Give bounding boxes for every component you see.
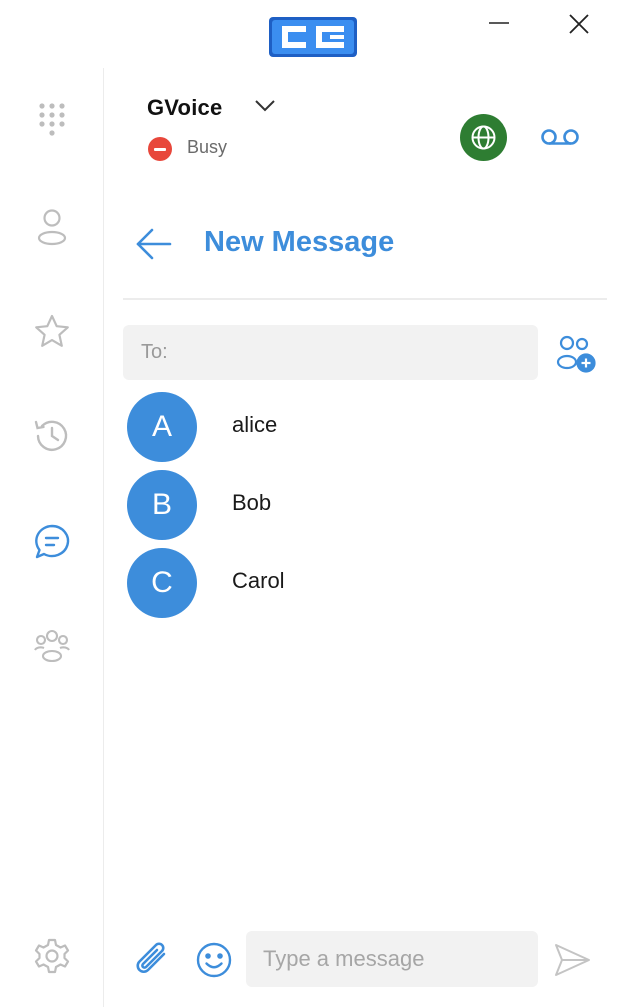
divider — [123, 298, 607, 300]
globe-icon[interactable] — [460, 114, 507, 161]
back-arrow-icon[interactable] — [132, 222, 176, 266]
page-title: New Message — [204, 226, 395, 258]
emoji-icon[interactable] — [194, 940, 234, 980]
status-text: Busy — [187, 137, 228, 157]
paperclip-icon[interactable] — [134, 938, 174, 982]
chevron-down-icon[interactable] — [252, 92, 278, 118]
person-icon[interactable] — [32, 206, 72, 246]
avatar: B — [127, 470, 197, 540]
send-icon[interactable] — [552, 940, 592, 980]
message-input[interactable] — [246, 931, 538, 987]
account-name[interactable]: GVoice — [147, 95, 222, 121]
contact-item[interactable]: A alice — [127, 392, 597, 462]
contact-name: Bob — [232, 490, 272, 515]
avatar: A — [127, 392, 197, 462]
gear-icon[interactable] — [32, 936, 72, 976]
recipient-input[interactable] — [123, 325, 538, 380]
close-icon[interactable] — [562, 8, 596, 42]
busy-status-icon — [148, 137, 172, 161]
star-icon[interactable] — [32, 312, 72, 352]
avatar: C — [127, 548, 197, 618]
dialpad-icon[interactable] — [32, 98, 72, 138]
voicemail-icon[interactable] — [538, 122, 582, 152]
group-icon[interactable] — [32, 626, 72, 666]
app-logo — [268, 16, 358, 58]
sidebar — [0, 68, 104, 1007]
contact-name: Carol — [232, 568, 285, 593]
contact-item[interactable]: B Bob — [127, 470, 597, 540]
chat-icon[interactable] — [32, 522, 72, 562]
contact-item[interactable]: C Carol — [127, 548, 597, 618]
history-icon[interactable] — [32, 416, 72, 456]
contact-name: alice — [232, 412, 278, 437]
minimize-icon[interactable] — [484, 10, 514, 36]
add-contact-icon[interactable] — [555, 334, 599, 374]
